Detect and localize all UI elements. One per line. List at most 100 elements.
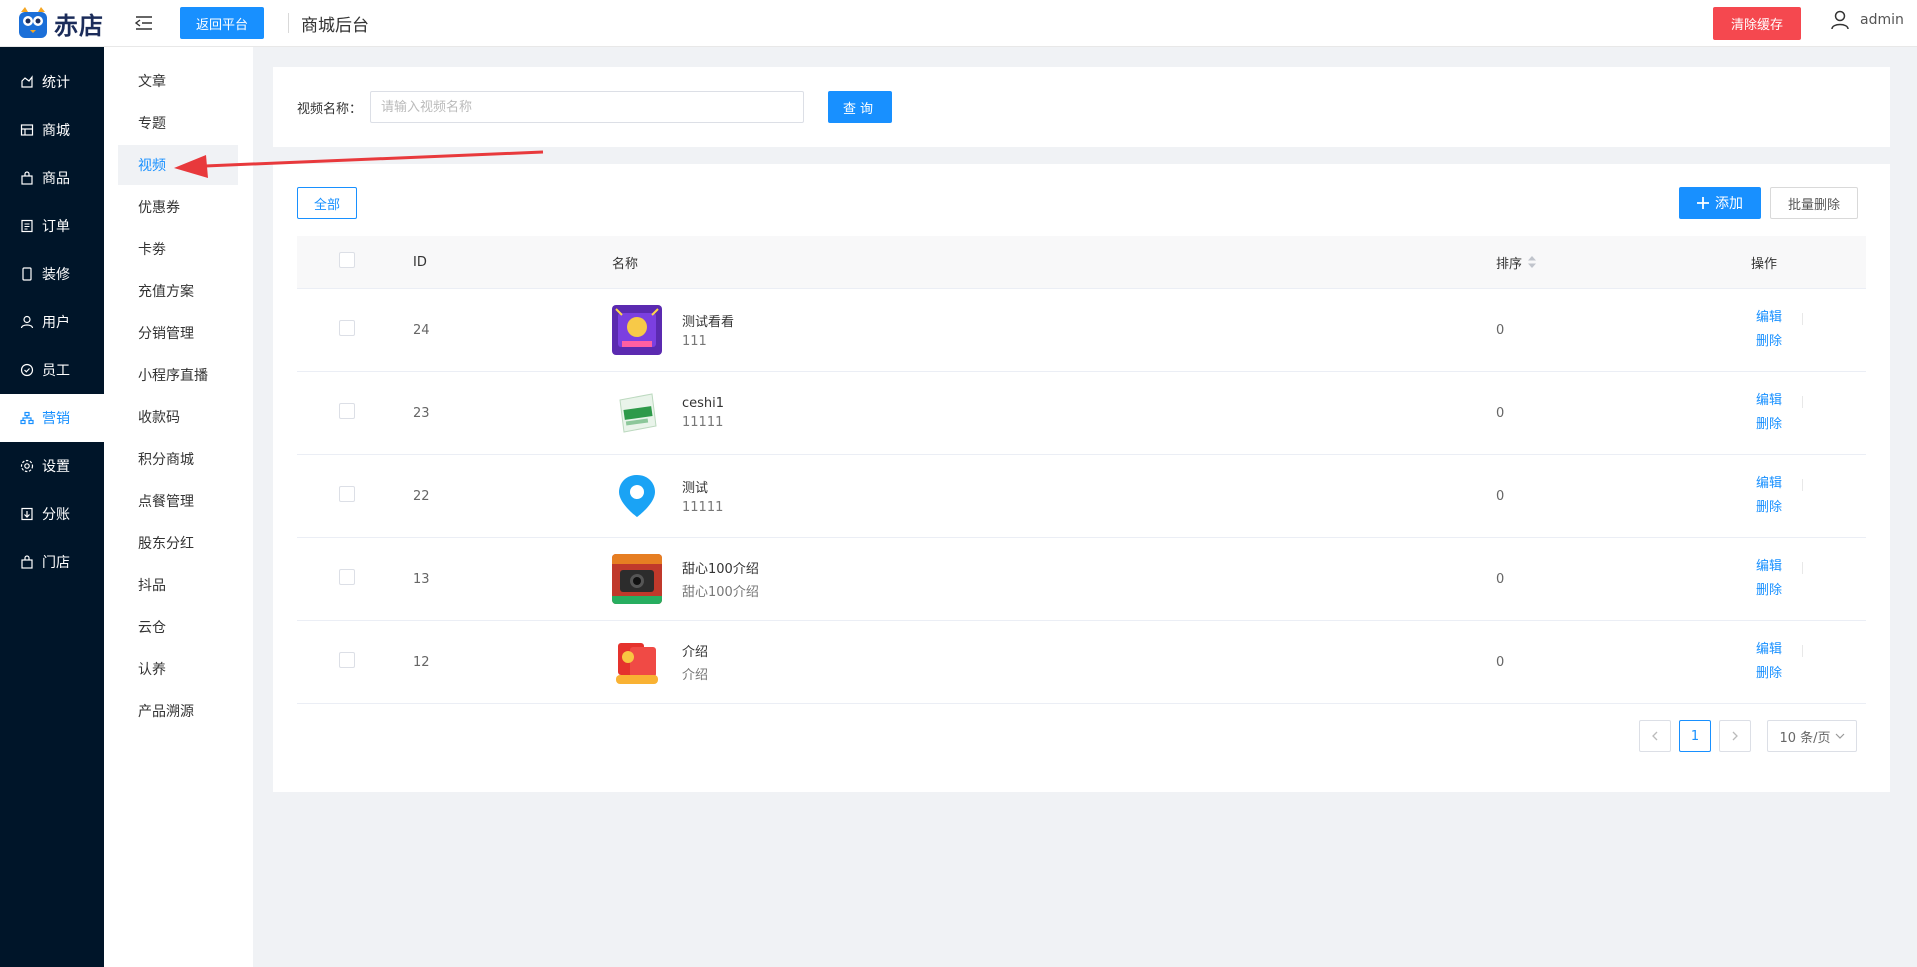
video-thumbnail[interactable]: [612, 471, 662, 521]
subnav-item-videos[interactable]: 视频: [118, 145, 238, 185]
video-thumbnail[interactable]: [612, 554, 662, 604]
row-id: 13: [413, 571, 430, 587]
add-button[interactable]: 添加: [1679, 187, 1761, 219]
video-table: ID 名称 排序 操作 24 测试看看 111 0 编辑 删除 23 ceshi…: [297, 236, 1866, 704]
select-all-checkbox[interactable]: [339, 252, 355, 268]
menu-fold-icon[interactable]: [132, 11, 156, 35]
row-sort: 0: [1496, 488, 1505, 504]
sidebar-item-label: 商城: [42, 123, 70, 139]
sidebar-item-label: 用户: [42, 315, 70, 331]
delete-link[interactable]: 删除: [1756, 496, 1866, 520]
delete-link[interactable]: 删除: [1756, 579, 1866, 603]
subnav-item-douyin[interactable]: 抖品: [118, 565, 238, 605]
top-header: 赤店 返回平台 商城后台 清除缓存 admin: [0, 0, 1917, 47]
page-number-button[interactable]: 1: [1679, 720, 1711, 752]
sidebar-item-statistics[interactable]: 统计: [0, 58, 104, 106]
subnav-item-cloud-warehouse[interactable]: 云仓: [118, 607, 238, 647]
user-icon: [1831, 10, 1849, 30]
subnav-item-coupons[interactable]: 优惠券: [118, 187, 238, 227]
sidebar-item-mall[interactable]: 商城: [0, 106, 104, 154]
edit-link[interactable]: 编辑: [1756, 306, 1866, 330]
subnav-item-cards[interactable]: 卡劵: [118, 229, 238, 269]
phone-icon: [20, 267, 34, 281]
sidebar-item-stores[interactable]: 门店: [0, 538, 104, 586]
sidebar-item-products[interactable]: 商品: [0, 154, 104, 202]
table-row: 23 ceshi1 11111 0 编辑 删除: [297, 372, 1866, 455]
sidebar-item-split[interactable]: 分账: [0, 490, 104, 538]
column-header-id: ID: [413, 254, 427, 270]
sort-caret-icon[interactable]: [1528, 256, 1537, 268]
subnav-item-ordering[interactable]: 点餐管理: [118, 481, 238, 521]
edit-link[interactable]: 编辑: [1756, 389, 1866, 413]
page-title: 商城后台: [301, 15, 370, 36]
video-subtitle: 11111: [682, 415, 724, 430]
sidebar-item-label: 统计: [42, 75, 70, 91]
table-row: 12 介绍 介绍 0 编辑 删除: [297, 621, 1866, 704]
subnav-item-payment-code[interactable]: 收款码: [118, 397, 238, 437]
user-icon: [20, 315, 34, 329]
video-thumbnail[interactable]: [612, 637, 662, 687]
video-title: 测试: [682, 481, 709, 496]
video-thumbnail[interactable]: [612, 305, 662, 355]
clear-cache-button[interactable]: 清除缓存: [1713, 7, 1801, 40]
query-button[interactable]: 查询: [828, 91, 893, 123]
row-checkbox[interactable]: [339, 652, 355, 668]
user-menu[interactable]: admin: [1830, 10, 1904, 30]
sidebar-item-orders[interactable]: 订单: [0, 202, 104, 250]
subnav-item-recharge[interactable]: 充值方案: [118, 271, 238, 311]
pagination: 1: [1639, 720, 1751, 752]
row-checkbox[interactable]: [339, 403, 355, 419]
chart-icon: [20, 75, 34, 89]
subnav-item-dividends[interactable]: 股东分红: [118, 523, 238, 563]
subnav-item-live[interactable]: 小程序直播: [118, 355, 238, 395]
row-checkbox[interactable]: [339, 320, 355, 336]
prev-page-button[interactable]: [1639, 720, 1671, 752]
sidebar-item-staff[interactable]: 员工: [0, 346, 104, 394]
sidebar-item-users[interactable]: 用户: [0, 298, 104, 346]
shop-icon: [20, 555, 34, 569]
video-title: 测试看看: [682, 315, 735, 330]
edit-link[interactable]: 编辑: [1756, 638, 1866, 662]
chevron-right-icon: [1732, 731, 1738, 741]
sidebar-item-decoration[interactable]: 装修: [0, 250, 104, 298]
page-size-select[interactable]: 10 条/页: [1767, 720, 1857, 752]
video-title: 介绍: [682, 645, 709, 660]
search-panel: 视频名称： 查询: [273, 67, 1890, 147]
video-list-panel: 全部 添加 批量删除 ID 名称 排序 操作 24 测试看看 111 0 编辑 …: [273, 164, 1890, 792]
column-header-sort-label: 排序: [1496, 256, 1523, 272]
filter-all-button[interactable]: 全部: [297, 187, 357, 219]
batch-delete-button[interactable]: 批量删除: [1770, 187, 1858, 219]
video-name-input[interactable]: [370, 91, 805, 123]
video-subtitle: 111: [682, 334, 707, 349]
header-divider: [288, 13, 290, 33]
video-thumbnail[interactable]: [612, 388, 662, 438]
delete-link[interactable]: 删除: [1756, 662, 1866, 686]
column-header-sort[interactable]: 排序: [1496, 253, 1746, 272]
sidebar-item-marketing[interactable]: 营销: [0, 394, 104, 442]
subnav-item-topics[interactable]: 专题: [118, 103, 238, 143]
subnav-item-articles[interactable]: 文章: [118, 61, 238, 101]
chevron-down-icon: [1835, 733, 1844, 739]
next-page-button[interactable]: [1719, 720, 1751, 752]
delete-link[interactable]: 删除: [1756, 413, 1866, 437]
subnav-item-points-mall[interactable]: 积分商城: [118, 439, 238, 479]
subnav-item-adoption[interactable]: 认养: [118, 649, 238, 689]
edit-link[interactable]: 编辑: [1756, 555, 1866, 579]
row-checkbox[interactable]: [339, 569, 355, 585]
network-icon: [20, 411, 34, 425]
back-to-platform-button[interactable]: 返回平台: [180, 7, 265, 39]
search-label: 视频名称：: [297, 101, 363, 117]
edit-link[interactable]: 编辑: [1756, 472, 1866, 496]
bag-icon: [20, 171, 34, 185]
brand-logo[interactable]: 赤店: [0, 0, 104, 47]
column-header-operations: 操作: [1751, 256, 1778, 272]
video-title: ceshi1: [682, 396, 725, 411]
row-checkbox[interactable]: [339, 486, 355, 502]
sidebar-item-settings[interactable]: 设置: [0, 442, 104, 490]
order-icon: [20, 219, 34, 233]
delete-link[interactable]: 删除: [1756, 330, 1866, 354]
add-button-label: 添加: [1715, 196, 1743, 212]
plus-icon: [1697, 197, 1709, 209]
subnav-item-distribution[interactable]: 分销管理: [118, 313, 238, 353]
subnav-item-traceability[interactable]: 产品溯源: [118, 691, 238, 731]
